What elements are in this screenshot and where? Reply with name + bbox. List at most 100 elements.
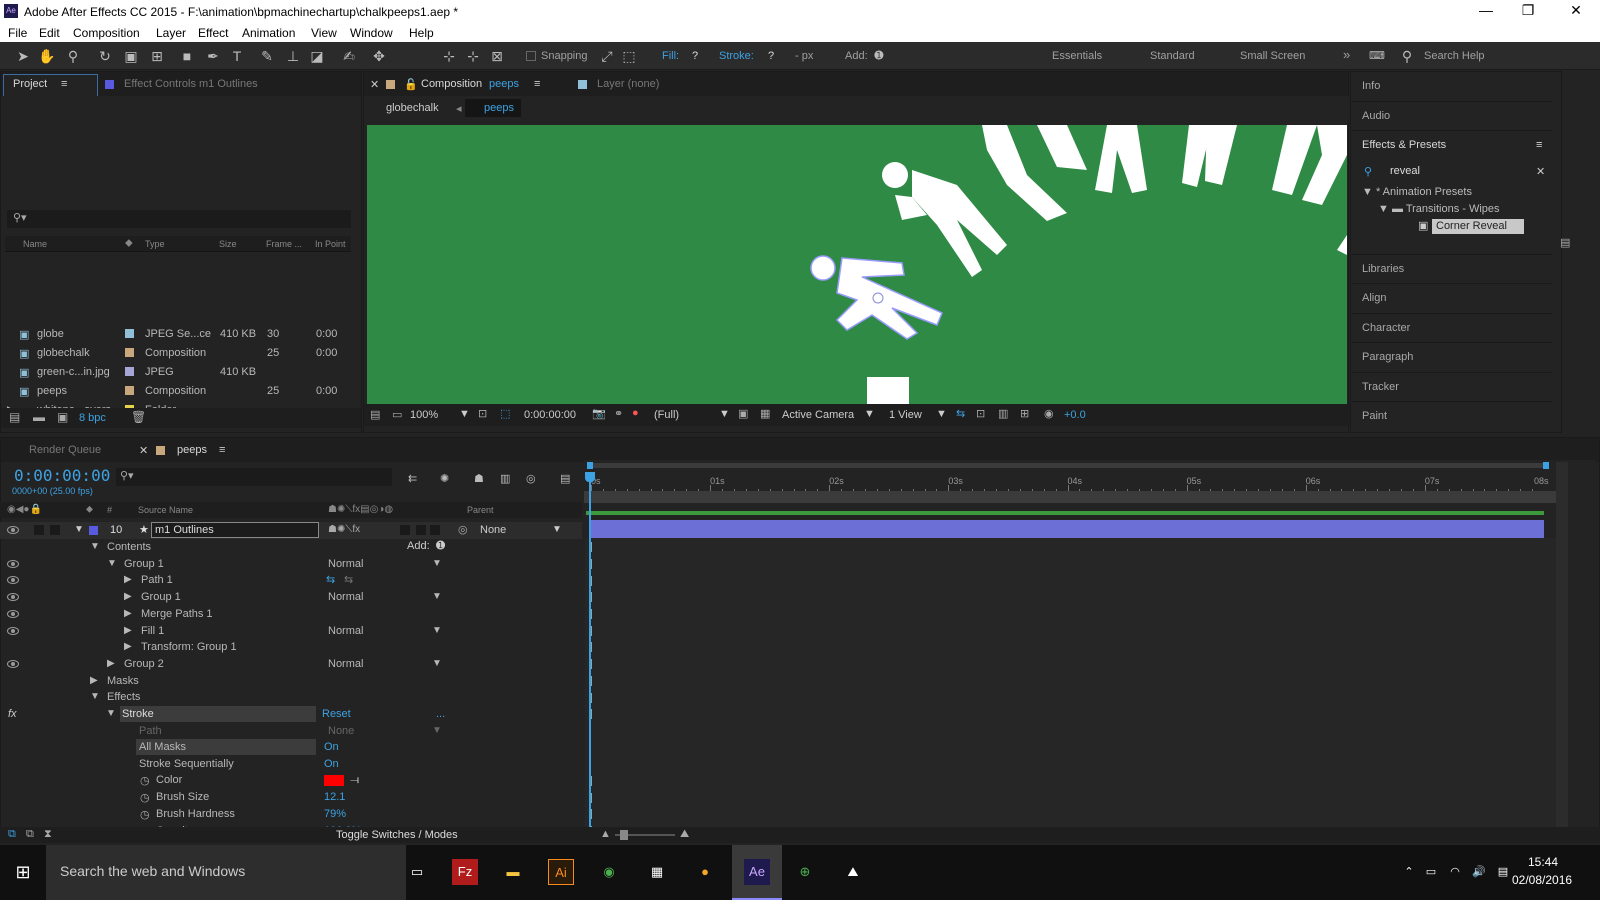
close-comp-tab-icon[interactable]: ✕: [370, 78, 379, 91]
windows-start-icon[interactable]: ⊞: [10, 859, 36, 885]
eraser-tool-icon[interactable]: ◪: [308, 47, 326, 65]
view-layout-dropdown[interactable]: 1 View: [889, 409, 922, 421]
keyframe-marker[interactable]: [591, 576, 594, 586]
tab-peeps-timeline[interactable]: peeps: [177, 444, 207, 456]
timeline-property-row[interactable]: ▶ Group 1 Normal ▼: [0, 589, 580, 606]
stopwatch-icon[interactable]: ◷: [140, 791, 150, 804]
axis-view-icon[interactable]: ⊠: [488, 47, 506, 65]
layer-name[interactable]: m1 Outlines: [151, 522, 319, 538]
view-layout-arrow-icon[interactable]: ▼: [936, 408, 947, 420]
roto-brush-tool-icon[interactable]: ✍: [340, 47, 358, 65]
panel-audio[interactable]: Audio: [1352, 101, 1552, 129]
blend-mode-arrow-icon[interactable]: ▼: [432, 625, 442, 636]
parent-dropdown[interactable]: None: [480, 524, 506, 536]
stopwatch-icon[interactable]: ◷: [140, 774, 150, 787]
type-tool-icon[interactable]: T: [228, 47, 246, 65]
stroke-property-row[interactable]: ◷ Brush Hardness 79%: [0, 806, 580, 823]
axis-local-icon[interactable]: ⊹: [440, 47, 458, 65]
fill-value[interactable]: ?: [692, 50, 698, 62]
timeline-property-row[interactable]: ▶ Masks: [0, 673, 580, 690]
breadcrumb-globechalk[interactable]: globechalk: [386, 102, 439, 114]
fit-icon[interactable]: ⊡: [478, 407, 487, 420]
property-expand-icon[interactable]: ▶: [124, 625, 132, 636]
rotate-tool-icon[interactable]: ↻: [96, 47, 114, 65]
panel-align[interactable]: Align: [1352, 283, 1552, 311]
project-item[interactable]: ▣ peeps Composition 25 0:00: [5, 382, 345, 400]
timeline-search-input[interactable]: ⚲▾: [116, 468, 392, 486]
timeline-current-time[interactable]: 0:00:00:00: [14, 466, 110, 485]
property-expand-icon[interactable]: ▼: [90, 691, 100, 702]
lock-icon[interactable]: 🔓: [404, 78, 418, 91]
property-eye-icon[interactable]: [7, 559, 19, 568]
stopwatch-icon[interactable]: ◷: [140, 808, 150, 821]
workspace-essentials[interactable]: Essentials: [1052, 50, 1102, 62]
tab-composition[interactable]: Composition: [421, 78, 482, 90]
taskbar-search-box[interactable]: Search the web and Windows: [46, 845, 406, 900]
comp-viewer[interactable]: [367, 125, 1347, 408]
item-label-swatch[interactable]: [125, 367, 134, 376]
new-folder-icon[interactable]: ▬: [33, 410, 45, 424]
layer-duration-bar[interactable]: [590, 520, 1544, 540]
panel-tracker[interactable]: Tracker: [1352, 372, 1552, 400]
fx-icon[interactable]: fx: [8, 708, 17, 720]
tab-effect-controls[interactable]: Effect Controls m1 Outlines: [124, 78, 258, 90]
volume-icon[interactable]: 🔊: [1466, 859, 1492, 885]
blend-mode-dropdown[interactable]: Normal: [328, 625, 363, 637]
keyframe-marker[interactable]: [591, 559, 594, 569]
item-label-swatch[interactable]: [125, 386, 134, 395]
keyframe-marker[interactable]: [591, 542, 594, 552]
panel-libraries[interactable]: Libraries: [1352, 254, 1552, 282]
property-expand-icon[interactable]: ▶: [90, 675, 98, 686]
camera-arrow-icon[interactable]: ▼: [864, 408, 875, 420]
effects-search-input[interactable]: ⚲ reveal ✕: [1360, 163, 1550, 181]
monitor-icon[interactable]: ▭: [392, 408, 402, 421]
photos-icon[interactable]: ⛰: [840, 859, 866, 885]
project-search-input[interactable]: ⚲▾: [7, 210, 351, 228]
property-eye-icon[interactable]: [7, 593, 19, 602]
stroke-width-label[interactable]: - px: [795, 50, 813, 62]
path-reverse-icon[interactable]: ⇆: [344, 573, 353, 586]
brush-tool-icon[interactable]: ✎: [258, 47, 276, 65]
transfer-controls-icon[interactable]: ⧉: [26, 828, 34, 841]
property-expand-icon[interactable]: ▶: [124, 591, 132, 602]
property-eye-icon[interactable]: [7, 609, 19, 618]
menu-animation[interactable]: Animation: [242, 26, 295, 40]
snap-edges-icon[interactable]: ⤢: [598, 47, 616, 65]
stroke-path-dropdown[interactable]: None: [328, 725, 354, 737]
comp-mini-flowchart-icon[interactable]: ⇇: [408, 472, 417, 485]
project-menu-icon[interactable]: ≡: [61, 78, 67, 90]
item-label-swatch[interactable]: [125, 348, 134, 357]
panel-paragraph[interactable]: Paragraph: [1352, 342, 1552, 370]
panel-paint[interactable]: Paint: [1352, 401, 1552, 429]
item-label-swatch[interactable]: [125, 329, 134, 338]
after-effects-icon[interactable]: Ae: [744, 859, 770, 885]
parent-pickwhip-icon[interactable]: ◎: [458, 523, 468, 536]
task-view-icon[interactable]: ▭: [404, 859, 430, 885]
fill-label[interactable]: Fill:: [662, 50, 679, 62]
menu-view[interactable]: View: [311, 26, 337, 40]
battery-icon[interactable]: ▭: [1418, 859, 1444, 885]
menu-help[interactable]: Help: [409, 26, 434, 40]
pen-tool-icon[interactable]: ✒: [204, 47, 222, 65]
parent-dropdown-arrow-icon[interactable]: ▼: [552, 524, 562, 535]
project-item[interactable]: ▣ globechalk Composition 25 0:00: [5, 344, 345, 362]
col-frame[interactable]: Frame ...: [266, 239, 302, 249]
property-eye-icon[interactable]: [7, 626, 19, 635]
timeline-property-row[interactable]: ▶ Merge Paths 1: [0, 606, 580, 623]
timeline-scrollbar[interactable]: [1556, 462, 1568, 842]
resolution-arrow-icon[interactable]: ▼: [719, 408, 730, 420]
timeline-property-row[interactable]: ▼ Contents: [0, 539, 580, 556]
keyframe-marker[interactable]: [591, 609, 594, 619]
menu-file[interactable]: File: [8, 26, 27, 40]
breadcrumb-peeps[interactable]: peeps: [484, 102, 514, 114]
selection-tool-icon[interactable]: ➤: [14, 47, 32, 65]
timeline-property-row[interactable]: ▶ Group 2 Normal ▼: [0, 656, 580, 673]
fast-preview-icon[interactable]: ⊡: [976, 407, 985, 420]
add-circle-icon[interactable]: ➊: [870, 47, 888, 65]
rectangle-tool-icon[interactable]: ■: [178, 47, 196, 65]
stroke-property-row[interactable]: ◷ Color ⟞: [0, 772, 580, 789]
sync-settings-icon[interactable]: ⌨: [1368, 47, 1386, 65]
keyframe-marker[interactable]: [591, 693, 594, 703]
blend-mode-dropdown[interactable]: Normal: [328, 591, 363, 603]
menu-layer[interactable]: Layer: [156, 26, 186, 40]
